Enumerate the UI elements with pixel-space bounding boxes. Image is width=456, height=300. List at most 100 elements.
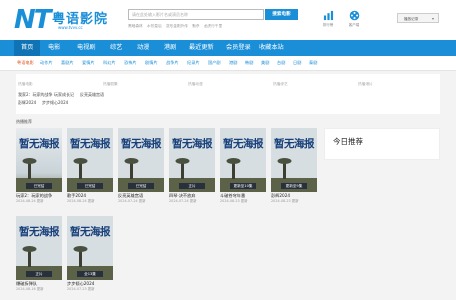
status-badge: 更新至10集: [230, 183, 256, 189]
category-item[interactable]: 国产剧: [208, 56, 221, 70]
movie-date: 2024-08-23 更新: [271, 199, 299, 203]
column-header: 热播电影: [18, 82, 33, 86]
nav-item-bookmark[interactable]: 收藏本站: [259, 40, 284, 56]
status-badge: 已完结: [128, 183, 154, 189]
nav-item-tv[interactable]: 电视剧: [77, 40, 96, 56]
movie-poster[interactable]: 暂无海报 更新至10集: [220, 128, 266, 192]
movie-card[interactable]: 暂无海报 正片 爆破拆弹队 2024-08-16 更新: [16, 216, 62, 291]
search-button[interactable]: 搜索电影: [265, 9, 298, 20]
status-badge: 正片: [26, 271, 52, 277]
app-label: 客户端: [348, 23, 360, 27]
category-item[interactable]: 动作片: [40, 56, 53, 70]
category-item[interactable]: 日剧: [293, 56, 301, 70]
movie-date: 2024-07-23 更新: [67, 287, 95, 291]
nav-item-movies[interactable]: 电影: [48, 40, 60, 56]
history-label: 播放记录: [404, 17, 419, 21]
nav-item-home[interactable]: 首页: [14, 40, 41, 56]
main-nav: 首页 电影 电视剧 综艺 动漫 港剧 最近更新 会员登录 收藏本站: [0, 40, 456, 56]
chevron-down-icon: ▾: [431, 16, 434, 21]
movie-poster[interactable]: 暂无海报 正片: [16, 216, 62, 280]
movie-date: 2024-08-24 更新: [16, 199, 44, 203]
status-badge: 正片: [179, 183, 205, 189]
status-badge: 已完结: [26, 183, 52, 189]
site-logo[interactable]: NT: [14, 6, 51, 34]
section-title: 热播推荐: [16, 119, 32, 124]
movie-poster[interactable]: 暂无海报 已完结: [16, 128, 62, 192]
category-item[interactable]: 粤语电影: [17, 56, 34, 70]
movie-date: 2024-07-24 更新: [118, 199, 146, 203]
category-item[interactable]: 台剧: [277, 56, 285, 70]
movie-card[interactable]: 暂无海报 更新至10集 斗破苍穹年番 2024-08-23 更新: [220, 128, 266, 203]
film-reel-icon: [349, 10, 359, 21]
today-recommend-panel: 今日推荐: [324, 128, 440, 160]
movie-poster[interactable]: 暂无海报 已完结: [67, 128, 113, 192]
search-input[interactable]: 请在此处输入影片名或演员名称: [128, 9, 264, 20]
column-header: 热播动漫: [188, 82, 203, 86]
history-dropdown[interactable]: 播放记录 ▾: [397, 13, 439, 23]
column-header: 热播港片: [358, 82, 373, 86]
movie-card[interactable]: 暂无海报 已完结 反亮英雄宫语 2024-07-24 更新: [118, 128, 164, 203]
poster-text: 暂无海报: [223, 138, 264, 150]
poster-text: 暂无海报: [172, 138, 213, 150]
category-item[interactable]: 战争片: [166, 56, 179, 70]
nav-item-login[interactable]: 会员登录: [226, 40, 251, 56]
site-header: NT 粤语影院 www.tvvv.cc 请在此处输入影片名或演员名称 搜索电影 …: [0, 0, 456, 40]
category-item[interactable]: 恐怖片: [124, 56, 137, 70]
movie-card[interactable]: 暂无海报 已完结 玩家2：玩家的战争 2024-08-24 更新: [16, 128, 62, 203]
hot-word[interactable]: 水饺皇后: [147, 24, 162, 28]
category-item[interactable]: 纪录片: [187, 56, 200, 70]
category-nav: 粤语电影 动作片 喜剧片 爱情片 科幻片 恐怖片 剧情片 战争片 纪录片 国产剧…: [0, 56, 456, 71]
movie-poster[interactable]: 暂无海报 更新至9集: [271, 128, 317, 192]
poster-text: 暂无海报: [274, 138, 315, 150]
nav-item-hk-drama[interactable]: 港剧: [164, 40, 176, 56]
nav-item-anime[interactable]: 动漫: [137, 40, 149, 56]
category-item[interactable]: 爱情片: [82, 56, 95, 70]
movie-poster[interactable]: 暂无海报 全13集: [67, 216, 113, 280]
hot-word[interactable]: 龙虎行千里: [204, 24, 222, 28]
panel-title: 今日推荐: [333, 137, 363, 146]
category-item[interactable]: 泰剧: [309, 56, 317, 70]
nav-item-latest[interactable]: 最近更新: [189, 40, 214, 56]
category-item[interactable]: 科幻片: [103, 56, 116, 70]
hot-word[interactable]: 默杀: [192, 24, 199, 28]
movie-card[interactable]: 暂无海报 全13集 步步倾心2024 2024-07-23 更新: [67, 216, 113, 291]
hot-link[interactable]: 反亮英雄宫语: [80, 92, 104, 98]
movie-poster[interactable]: 暂无海报 正片: [169, 128, 215, 192]
movie-card[interactable]: 暂无海报 已完结 歌手2024 2024-08-24 更新: [67, 128, 113, 203]
poster-text: 暂无海报: [19, 138, 60, 150]
status-badge: 更新至9集: [281, 183, 307, 189]
category-item[interactable]: 港剧: [229, 56, 237, 70]
movie-date: 2024-07-24 更新: [169, 199, 197, 203]
poster-text: 暂无海报: [19, 226, 60, 238]
status-badge: 全13集: [77, 271, 103, 277]
bar-chart-icon: [323, 10, 333, 21]
hot-word[interactable]: 黑暗森林: [128, 24, 143, 28]
movie-card[interactable]: 暂无海报 正片 四琴·决不放弃 2024-07-24 更新: [169, 128, 215, 203]
app-link[interactable]: 客户端: [344, 10, 364, 28]
hot-word[interactable]: 变形金刚外传: [166, 24, 188, 28]
nav-item-variety[interactable]: 综艺: [110, 40, 122, 56]
category-item[interactable]: 剧情片: [145, 56, 158, 70]
hot-link[interactable]: 玩家成长记: [54, 92, 74, 98]
movie-card[interactable]: 暂无海报 更新至9集 彭辉2024 2024-08-23 更新: [271, 128, 317, 203]
hot-link[interactable]: 彭辉2024: [18, 100, 36, 106]
category-item[interactable]: 韩剧: [245, 56, 253, 70]
category-item[interactable]: 喜剧片: [61, 56, 74, 70]
site-url: www.tvvv.cc: [58, 25, 83, 30]
hot-search-words: 黑暗森林 水饺皇后 变形金刚外传 默杀 龙虎行千里: [128, 24, 225, 29]
poster-text: 暂无海报: [70, 226, 111, 238]
rank-label: 排行榜: [322, 23, 334, 27]
column-header: 热播综艺: [273, 82, 288, 86]
movie-grid: 暂无海报 已完结 玩家2：玩家的战争 2024-08-24 更新 暂无海报 已完…: [16, 128, 317, 298]
movie-poster[interactable]: 暂无海报 已完结: [118, 128, 164, 192]
movie-date: 2024-08-16 更新: [16, 287, 44, 291]
hot-links-panel: 热播电影 热播剧集 热播动漫 热播综艺 热播港片 我家2：玩家的战争 玩家成长记…: [16, 74, 440, 114]
hot-link[interactable]: 步步倾心2024: [42, 100, 68, 106]
poster-text: 暂无海报: [70, 138, 111, 150]
column-header: 热播剧集: [103, 82, 118, 86]
movie-date: 2024-08-24 更新: [67, 199, 95, 203]
rank-link[interactable]: 排行榜: [318, 10, 338, 28]
movie-date: 2024-08-23 更新: [220, 199, 248, 203]
category-item[interactable]: 美剧: [261, 56, 269, 70]
hot-link[interactable]: 我家2：玩家的战争: [18, 92, 53, 98]
